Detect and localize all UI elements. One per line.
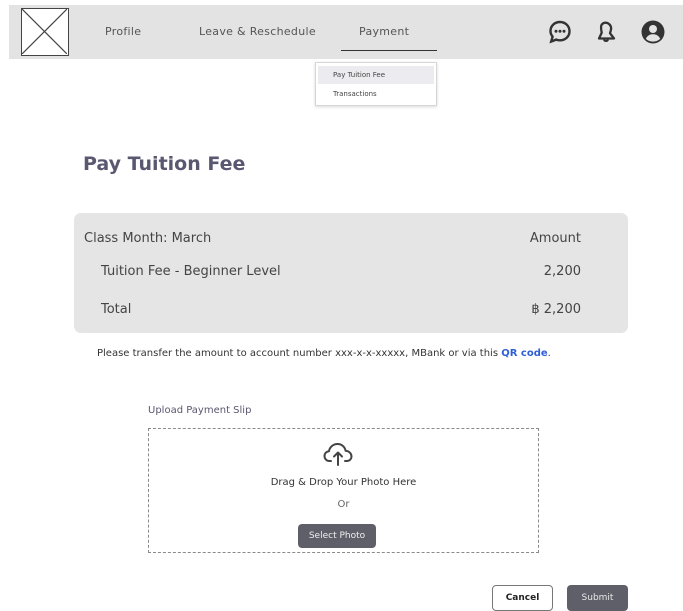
logo-placeholder-icon[interactable] [21,8,69,56]
cancel-button[interactable]: Cancel [492,585,553,611]
select-photo-button[interactable]: Select Photo [298,524,376,548]
total-label: Total [101,302,132,317]
fee-summary-card: Class Month: March Amount Tuition Fee - … [74,213,628,333]
page-title: Pay Tuition Fee [83,153,246,175]
active-nav-underline [341,50,437,51]
line-item-amount: 2,200 [543,264,581,279]
top-navigation-bar: Profile Leave & Reschedule Payment [9,5,683,59]
photo-dropzone[interactable]: Drag & Drop Your Photo Here Or Select Ph… [148,428,539,553]
nav-item-leave-reschedule[interactable]: Leave & Reschedule [199,25,316,38]
payment-instructions-text: Please transfer the amount to account nu… [97,348,502,359]
user-account-icon[interactable] [640,19,666,45]
or-text: Or [337,499,350,510]
dropdown-item-pay-tuition-fee[interactable]: Pay Tuition Fee [318,66,434,84]
payment-instructions: Please transfer the amount to account nu… [97,348,551,359]
total-amount: ฿ 2,200 [531,302,581,317]
bell-icon[interactable] [593,19,619,45]
line-item-label: Tuition Fee - Beginner Level [101,264,281,279]
qr-code-link[interactable]: QR code [501,348,547,359]
submit-button[interactable]: Submit [567,585,628,611]
amount-header: Amount [529,231,581,246]
dropdown-item-transactions[interactable]: Transactions [318,85,434,103]
cloud-upload-icon [323,443,353,466]
drag-drop-text: Drag & Drop Your Photo Here [270,477,417,488]
payment-instructions-suffix: . [547,348,551,359]
nav-item-payment[interactable]: Payment [359,25,409,38]
upload-payment-slip-label: Upload Payment Slip [148,405,252,416]
payment-dropdown-menu: Pay Tuition Fee Transactions [315,62,437,106]
chat-icon[interactable] [547,19,573,45]
nav-item-profile[interactable]: Profile [105,25,141,38]
class-month-label: Class Month: March [84,231,212,246]
